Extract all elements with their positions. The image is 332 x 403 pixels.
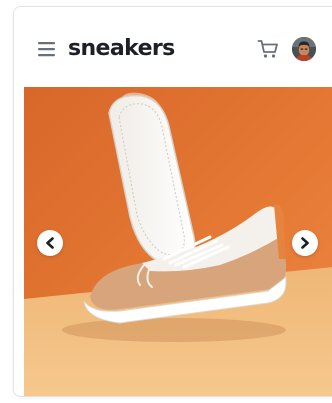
next-image-button[interactable] (292, 230, 318, 256)
product-card: sneakers (13, 6, 332, 397)
previous-image-button[interactable] (37, 230, 63, 256)
shopping-cart-icon[interactable] (257, 39, 279, 59)
chevron-left-icon (46, 237, 54, 249)
sneaker-product-photo (24, 87, 332, 396)
hamburger-menu-icon[interactable] (37, 41, 57, 57)
app-header: sneakers (14, 7, 332, 89)
avatar-image (292, 37, 316, 61)
brand-logo[interactable]: sneakers (68, 36, 175, 62)
product-image-gallery (24, 87, 332, 396)
user-avatar[interactable] (292, 37, 316, 61)
chevron-right-icon (301, 237, 309, 249)
